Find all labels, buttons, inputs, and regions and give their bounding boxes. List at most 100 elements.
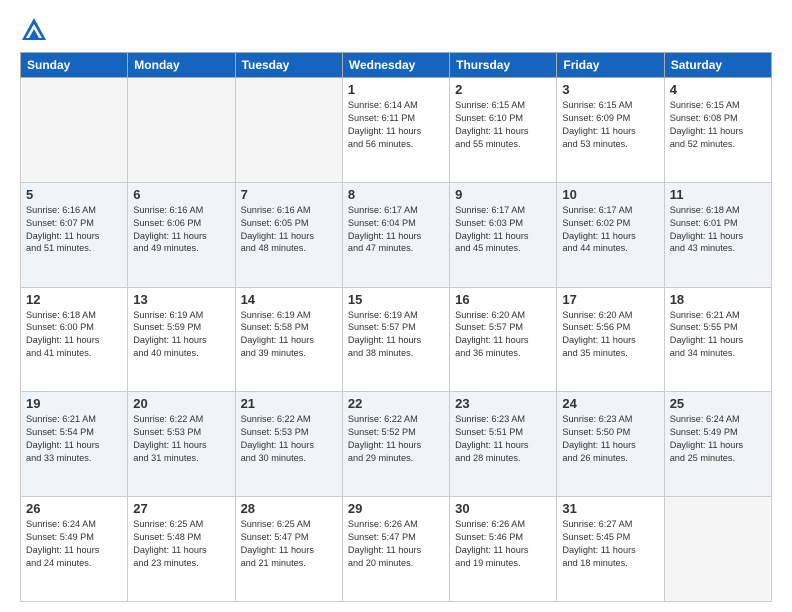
day-number: 18 <box>670 292 766 307</box>
day-number: 3 <box>562 82 658 97</box>
day-number: 1 <box>348 82 444 97</box>
calendar-cell: 7Sunrise: 6:16 AM Sunset: 6:05 PM Daylig… <box>235 182 342 287</box>
day-number: 16 <box>455 292 551 307</box>
calendar-cell: 25 Sunrise: 6:24 AM Sunset: 5:49 PM Dayli… <box>664 392 771 497</box>
calendar-cell: 21Sunrise: 6:22 AM Sunset: 5:53 PM Dayli… <box>235 392 342 497</box>
calendar-cell: 8 Sunrise: 6:17 AM Sunset: 6:04 PM Daylig… <box>342 182 449 287</box>
calendar-cell: 24 Sunrise: 6:23 AM Sunset: 5:50 PM Dayli… <box>557 392 664 497</box>
header <box>20 16 772 44</box>
day-number: 26 <box>26 501 122 516</box>
day-info: Sunrise: 6:24 AM Sunset: 5:49 PM Dayligh… <box>670 413 766 465</box>
day-number: 23 <box>455 396 551 411</box>
day-info: Sunrise: 6:15 AM Sunset: 6:10 PM Dayligh… <box>455 99 551 151</box>
day-info: Sunrise: 6:24 AM Sunset: 5:49 PM Dayligh… <box>26 518 122 570</box>
day-info: Sunrise: 6:25 AM Sunset: 5:47 PM Dayligh… <box>241 518 337 570</box>
page: SundayMondayTuesdayWednesdayThursdayFrid… <box>0 0 792 612</box>
day-info: Sunrise: 6:17 AM Sunset: 6:02 PM Dayligh… <box>562 204 658 256</box>
calendar-cell <box>128 78 235 183</box>
calendar-cell: 31 Sunrise: 6:27 AM Sunset: 5:45 PM Dayli… <box>557 497 664 602</box>
calendar-cell: 22 Sunrise: 6:22 AM Sunset: 5:52 PM Dayli… <box>342 392 449 497</box>
calendar-cell <box>21 78 128 183</box>
day-info: Sunrise: 6:18 AM Sunset: 6:00 PM Dayligh… <box>26 309 122 361</box>
day-number: 8 <box>348 187 444 202</box>
day-info: Sunrise: 6:20 AM Sunset: 5:56 PM Dayligh… <box>562 309 658 361</box>
week-row-5: 26 Sunrise: 6:24 AM Sunset: 5:49 PM Dayli… <box>21 497 772 602</box>
calendar: SundayMondayTuesdayWednesdayThursdayFrid… <box>20 52 772 602</box>
day-info: Sunrise: 6:14 AM Sunset: 6:11 PM Dayligh… <box>348 99 444 151</box>
day-number: 24 <box>562 396 658 411</box>
day-number: 10 <box>562 187 658 202</box>
day-number: 29 <box>348 501 444 516</box>
calendar-cell: 14Sunrise: 6:19 AM Sunset: 5:58 PM Dayli… <box>235 287 342 392</box>
week-row-3: 12Sunrise: 6:18 AM Sunset: 6:00 PM Dayli… <box>21 287 772 392</box>
calendar-cell: 10 Sunrise: 6:17 AM Sunset: 6:02 PM Dayli… <box>557 182 664 287</box>
day-info: Sunrise: 6:16 AM Sunset: 6:07 PM Dayligh… <box>26 204 122 256</box>
calendar-cell: 6 Sunrise: 6:16 AM Sunset: 6:06 PM Daylig… <box>128 182 235 287</box>
day-info: Sunrise: 6:18 AM Sunset: 6:01 PM Dayligh… <box>670 204 766 256</box>
calendar-cell: 4 Sunrise: 6:15 AM Sunset: 6:08 PM Daylig… <box>664 78 771 183</box>
day-info: Sunrise: 6:23 AM Sunset: 5:51 PM Dayligh… <box>455 413 551 465</box>
day-info: Sunrise: 6:21 AM Sunset: 5:54 PM Dayligh… <box>26 413 122 465</box>
day-number: 14 <box>241 292 337 307</box>
calendar-cell: 16Sunrise: 6:20 AM Sunset: 5:57 PM Dayli… <box>450 287 557 392</box>
calendar-cell: 9 Sunrise: 6:17 AM Sunset: 6:03 PM Daylig… <box>450 182 557 287</box>
day-number: 15 <box>348 292 444 307</box>
day-number: 4 <box>670 82 766 97</box>
day-info: Sunrise: 6:22 AM Sunset: 5:53 PM Dayligh… <box>133 413 229 465</box>
calendar-cell <box>664 497 771 602</box>
calendar-cell: 23 Sunrise: 6:23 AM Sunset: 5:51 PM Dayli… <box>450 392 557 497</box>
day-number: 30 <box>455 501 551 516</box>
weekday-header-monday: Monday <box>128 53 235 78</box>
calendar-cell: 20 Sunrise: 6:22 AM Sunset: 5:53 PM Dayli… <box>128 392 235 497</box>
calendar-cell: 17 Sunrise: 6:20 AM Sunset: 5:56 PM Dayli… <box>557 287 664 392</box>
day-number: 31 <box>562 501 658 516</box>
day-number: 25 <box>670 396 766 411</box>
calendar-cell: 13 Sunrise: 6:19 AM Sunset: 5:59 PM Dayli… <box>128 287 235 392</box>
logo <box>20 16 52 44</box>
calendar-cell: 28 Sunrise: 6:25 AM Sunset: 5:47 PM Dayli… <box>235 497 342 602</box>
calendar-cell: 11 Sunrise: 6:18 AM Sunset: 6:01 PM Dayli… <box>664 182 771 287</box>
day-number: 20 <box>133 396 229 411</box>
day-info: Sunrise: 6:27 AM Sunset: 5:45 PM Dayligh… <box>562 518 658 570</box>
day-info: Sunrise: 6:16 AM Sunset: 6:06 PM Dayligh… <box>133 204 229 256</box>
weekday-header-tuesday: Tuesday <box>235 53 342 78</box>
day-number: 19 <box>26 396 122 411</box>
calendar-cell: 15Sunrise: 6:19 AM Sunset: 5:57 PM Dayli… <box>342 287 449 392</box>
calendar-cell: 30Sunrise: 6:26 AM Sunset: 5:46 PM Dayli… <box>450 497 557 602</box>
weekday-header-sunday: Sunday <box>21 53 128 78</box>
day-info: Sunrise: 6:15 AM Sunset: 6:08 PM Dayligh… <box>670 99 766 151</box>
week-row-4: 19 Sunrise: 6:21 AM Sunset: 5:54 PM Dayli… <box>21 392 772 497</box>
day-info: Sunrise: 6:15 AM Sunset: 6:09 PM Dayligh… <box>562 99 658 151</box>
day-number: 7 <box>241 187 337 202</box>
day-number: 27 <box>133 501 229 516</box>
calendar-cell: 27 Sunrise: 6:25 AM Sunset: 5:48 PM Dayli… <box>128 497 235 602</box>
day-info: Sunrise: 6:22 AM Sunset: 5:52 PM Dayligh… <box>348 413 444 465</box>
weekday-header-friday: Friday <box>557 53 664 78</box>
day-info: Sunrise: 6:21 AM Sunset: 5:55 PM Dayligh… <box>670 309 766 361</box>
weekday-header-saturday: Saturday <box>664 53 771 78</box>
day-number: 21 <box>241 396 337 411</box>
day-info: Sunrise: 6:26 AM Sunset: 5:47 PM Dayligh… <box>348 518 444 570</box>
day-number: 13 <box>133 292 229 307</box>
weekday-header-thursday: Thursday <box>450 53 557 78</box>
day-number: 17 <box>562 292 658 307</box>
logo-icon <box>20 16 48 44</box>
calendar-cell: 1 Sunrise: 6:14 AM Sunset: 6:11 PM Daylig… <box>342 78 449 183</box>
calendar-cell: 18 Sunrise: 6:21 AM Sunset: 5:55 PM Dayli… <box>664 287 771 392</box>
day-number: 6 <box>133 187 229 202</box>
day-number: 5 <box>26 187 122 202</box>
day-number: 9 <box>455 187 551 202</box>
calendar-cell: 2Sunrise: 6:15 AM Sunset: 6:10 PM Daylig… <box>450 78 557 183</box>
day-info: Sunrise: 6:19 AM Sunset: 5:59 PM Dayligh… <box>133 309 229 361</box>
day-number: 28 <box>241 501 337 516</box>
day-info: Sunrise: 6:17 AM Sunset: 6:03 PM Dayligh… <box>455 204 551 256</box>
day-info: Sunrise: 6:17 AM Sunset: 6:04 PM Dayligh… <box>348 204 444 256</box>
day-info: Sunrise: 6:25 AM Sunset: 5:48 PM Dayligh… <box>133 518 229 570</box>
calendar-cell: 29 Sunrise: 6:26 AM Sunset: 5:47 PM Dayli… <box>342 497 449 602</box>
week-row-1: 1 Sunrise: 6:14 AM Sunset: 6:11 PM Daylig… <box>21 78 772 183</box>
calendar-cell: 3 Sunrise: 6:15 AM Sunset: 6:09 PM Daylig… <box>557 78 664 183</box>
calendar-cell: 5 Sunrise: 6:16 AM Sunset: 6:07 PM Daylig… <box>21 182 128 287</box>
day-info: Sunrise: 6:23 AM Sunset: 5:50 PM Dayligh… <box>562 413 658 465</box>
day-number: 22 <box>348 396 444 411</box>
day-number: 11 <box>670 187 766 202</box>
